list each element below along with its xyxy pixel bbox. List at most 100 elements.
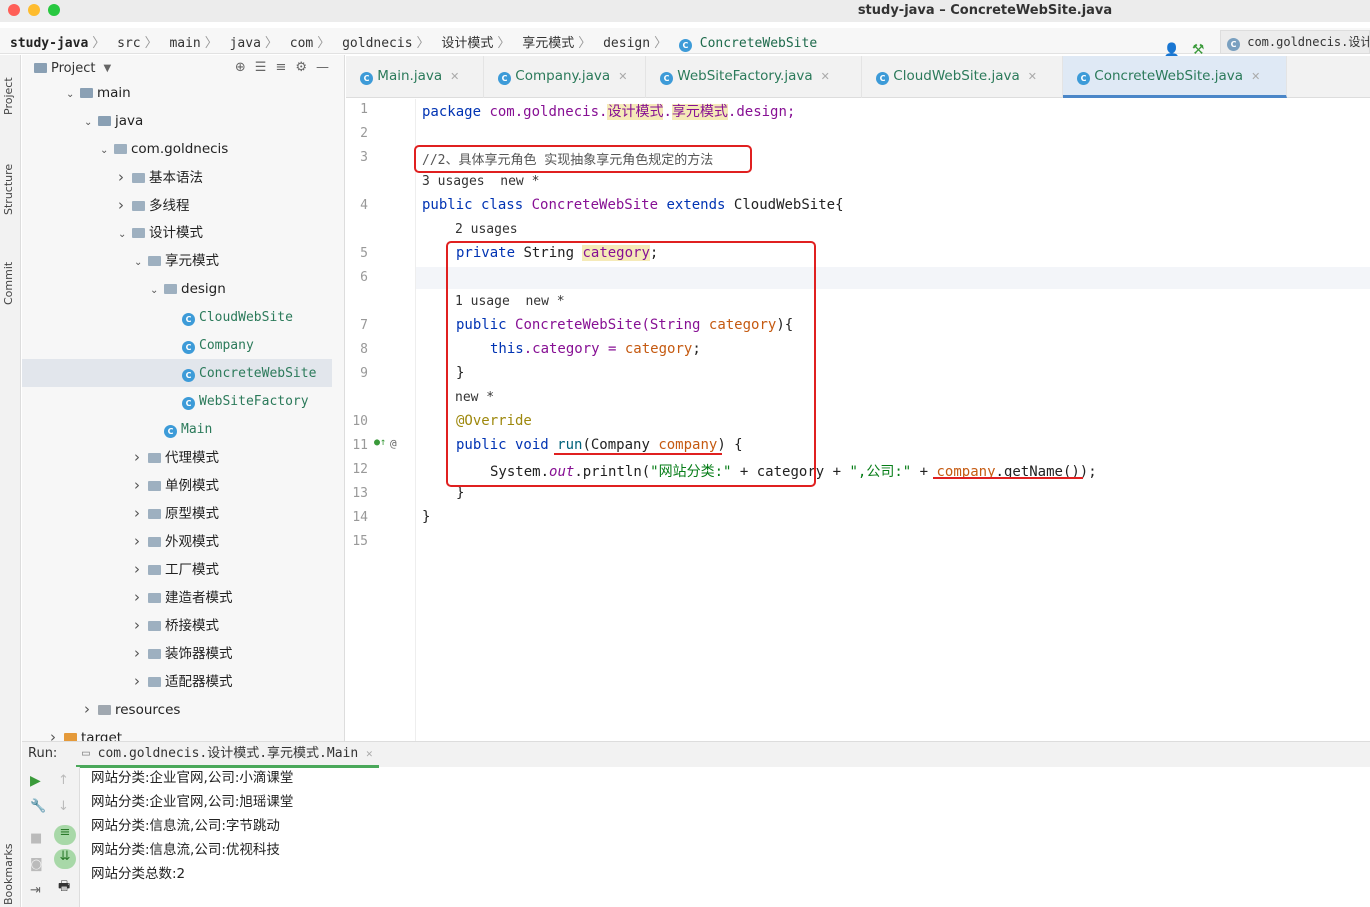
- breadcrumb-item[interactable]: design: [603, 36, 650, 51]
- tab-cloudwebsite-java[interactable]: C CloudWebSite.java ✕: [862, 56, 1063, 98]
- tool-tab-structure[interactable]: Structure: [2, 164, 15, 215]
- soft-wrap-icon[interactable]: ≡: [54, 825, 76, 845]
- console-output[interactable]: 网站分类:企业官网,公司:小滴课堂 网站分类:企业官网,公司:旭瑶课堂 网站分类…: [91, 767, 293, 887]
- tool-tab-bookmarks[interactable]: Bookmarks: [2, 844, 15, 905]
- chevron-down-icon[interactable]: ⌄: [66, 81, 80, 109]
- chevron-right-icon[interactable]: ›: [134, 611, 148, 639]
- line-number[interactable]: 7: [346, 318, 368, 333]
- print-icon[interactable]: 🖶: [58, 877, 70, 899]
- code-editor[interactable]: 1 2 3 4 5 6 7 8 9 10 11 12 13 14 15 ●↑ @ package com.g…: [346, 99, 1370, 741]
- tab-websitefactory-java[interactable]: C WebSiteFactory.java ✕: [646, 56, 862, 98]
- close-icon[interactable]: ✕: [821, 70, 830, 83]
- tree-item[interactable]: C WebSiteFactory: [22, 387, 332, 415]
- tree-item[interactable]: › target: [22, 723, 332, 741]
- expand-all-icon[interactable]: ☰: [255, 60, 276, 75]
- chevron-down-icon[interactable]: ⌄: [118, 221, 132, 249]
- tree-item[interactable]: C Company: [22, 331, 332, 359]
- tree-item[interactable]: ⌄ com.goldnecis: [22, 135, 332, 163]
- tree-item[interactable]: › 适配器模式: [22, 667, 332, 695]
- line-number[interactable]: 3: [346, 150, 368, 165]
- project-title[interactable]: Project: [51, 61, 95, 76]
- arrow-down-icon[interactable]: ↓: [58, 799, 69, 814]
- stop-icon[interactable]: ■: [30, 831, 42, 846]
- tree-item[interactable]: C ConcreteWebSite: [22, 359, 332, 387]
- line-number[interactable]: 14: [346, 510, 368, 525]
- tab-company-java[interactable]: C Company.java ✕: [484, 56, 646, 98]
- line-number[interactable]: 15: [346, 534, 368, 549]
- tree-item[interactable]: › resources: [22, 695, 332, 723]
- tree-item[interactable]: ⌄ 享元模式: [22, 247, 332, 275]
- close-icon[interactable]: ✕: [1251, 70, 1260, 83]
- tree-item[interactable]: › 原型模式: [22, 499, 332, 527]
- line-number[interactable]: 9: [346, 366, 368, 381]
- breadcrumb-item-current[interactable]: ConcreteWebSite: [700, 36, 817, 51]
- tree-item[interactable]: C Main: [22, 415, 332, 443]
- inlay-hint[interactable]: 3 usages new *: [422, 174, 539, 189]
- login-icon[interactable]: ⇥: [30, 883, 41, 898]
- tree-item[interactable]: › 基本语法: [22, 163, 332, 191]
- close-icon[interactable]: ✕: [618, 70, 627, 83]
- wrench-icon[interactable]: 🔧: [30, 799, 46, 814]
- line-number[interactable]: 11: [346, 438, 368, 453]
- chevron-right-icon[interactable]: ›: [134, 527, 148, 555]
- chevron-down-icon[interactable]: ⌄: [134, 249, 148, 277]
- breadcrumb-item[interactable]: 享元模式: [522, 36, 574, 51]
- arrow-up-icon[interactable]: ↑: [58, 773, 69, 788]
- tree-item[interactable]: › 代理模式: [22, 443, 332, 471]
- hide-icon[interactable]: —: [316, 60, 338, 75]
- chevron-right-icon[interactable]: ›: [84, 695, 98, 723]
- implements-marker-icon[interactable]: ●↑: [374, 437, 386, 448]
- camera-icon[interactable]: ◙: [30, 857, 43, 872]
- breadcrumb-item[interactable]: goldnecis: [342, 36, 412, 51]
- breadcrumb-item[interactable]: study-java: [10, 36, 88, 51]
- chevron-right-icon[interactable]: ›: [134, 471, 148, 499]
- line-number[interactable]: 4: [346, 198, 368, 213]
- breadcrumb-item[interactable]: src: [117, 36, 140, 51]
- annotation-marker-icon[interactable]: @: [390, 437, 397, 450]
- chevron-down-icon[interactable]: ⌄: [84, 109, 98, 137]
- chevron-down-icon[interactable]: ⌄: [100, 137, 114, 165]
- chevron-right-icon[interactable]: ›: [134, 499, 148, 527]
- inlay-hint[interactable]: 2 usages: [455, 222, 518, 237]
- gear-icon[interactable]: ⚙: [295, 60, 316, 75]
- chevron-right-icon[interactable]: ›: [134, 667, 148, 695]
- rerun-icon[interactable]: ▶: [30, 773, 41, 789]
- chevron-right-icon[interactable]: ›: [118, 163, 132, 191]
- tree-item[interactable]: ⌄ 设计模式: [22, 219, 332, 247]
- collapse-all-icon[interactable]: ≡: [275, 60, 295, 75]
- breadcrumb-item[interactable]: main: [169, 36, 200, 51]
- chevron-right-icon[interactable]: ›: [134, 583, 148, 611]
- chevron-right-icon[interactable]: ›: [134, 443, 148, 471]
- line-number[interactable]: 12: [346, 462, 368, 477]
- line-number[interactable]: 10: [346, 414, 368, 429]
- run-config-tab[interactable]: ▭ com.goldnecis.设计模式.享元模式.Main ✕: [76, 742, 379, 768]
- tree-item[interactable]: ⌄ java: [22, 107, 332, 135]
- tree-item[interactable]: › 建造者模式: [22, 583, 332, 611]
- line-number[interactable]: 13: [346, 486, 368, 501]
- line-number[interactable]: 1: [346, 102, 368, 117]
- chevron-right-icon[interactable]: ›: [50, 723, 64, 741]
- line-number[interactable]: 2: [346, 126, 368, 141]
- breadcrumb-item[interactable]: java: [230, 36, 261, 51]
- tab-main-java[interactable]: C Main.java ✕: [346, 56, 484, 98]
- tab-concretewebsite-java[interactable]: C ConcreteWebSite.java ✕: [1063, 56, 1287, 98]
- tool-tab-project[interactable]: Project: [2, 77, 15, 115]
- breadcrumb-item[interactable]: 设计模式: [441, 36, 493, 51]
- run-config-selector[interactable]: C com.goldnecis.设计模: [1220, 30, 1370, 54]
- tree-item[interactable]: ⌄ main: [22, 79, 332, 107]
- line-number[interactable]: 8: [346, 342, 368, 357]
- tree-item[interactable]: C CloudWebSite: [22, 303, 332, 331]
- close-icon[interactable]: ✕: [450, 70, 459, 83]
- line-number[interactable]: 6: [346, 270, 368, 285]
- chevron-right-icon[interactable]: ›: [134, 639, 148, 667]
- locate-icon[interactable]: ⊕: [235, 60, 255, 75]
- tree-item[interactable]: ⌄ design: [22, 275, 332, 303]
- chevron-down-icon[interactable]: ⌄: [150, 277, 164, 305]
- close-icon[interactable]: ✕: [1028, 70, 1037, 83]
- tree-item[interactable]: › 装饰器模式: [22, 639, 332, 667]
- chevron-right-icon[interactable]: ›: [134, 555, 148, 583]
- close-icon[interactable]: ✕: [366, 747, 373, 760]
- tool-tab-commit[interactable]: Commit: [2, 262, 15, 305]
- breadcrumb-item[interactable]: com: [290, 36, 313, 51]
- tree-item[interactable]: › 桥接模式: [22, 611, 332, 639]
